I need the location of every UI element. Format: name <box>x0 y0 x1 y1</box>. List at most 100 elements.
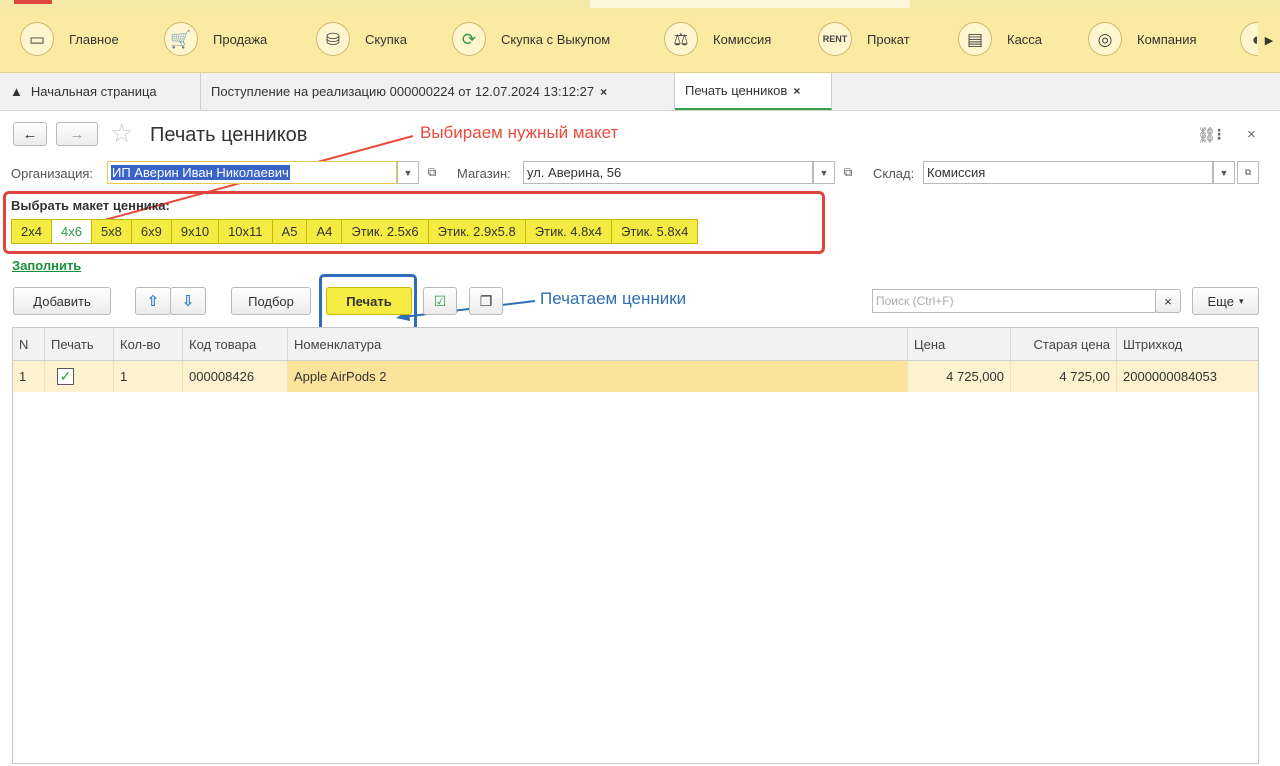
section-main[interactable]: ▭ Главное <box>20 19 119 59</box>
tab-receipt[interactable]: Поступление на реализацию 000000224 от 1… <box>201 73 675 110</box>
layout-option-button[interactable]: 4x6 <box>50 219 92 244</box>
layout-option-button[interactable]: 5x8 <box>90 219 132 244</box>
warehouse-open-icon[interactable]: ⧉ <box>1237 161 1259 184</box>
col-header-code[interactable]: Код товара <box>183 328 288 360</box>
warehouse-dropdown-icon[interactable]: ▼ <box>1213 161 1235 184</box>
monitor-icon: ▭ <box>20 22 54 56</box>
more-vertical-icon[interactable]: ⋮ <box>1212 126 1226 143</box>
org-value: ИП Аверин Иван Николаевич <box>111 165 290 180</box>
close-form-icon[interactable]: × <box>1247 126 1256 143</box>
section-buyup[interactable]: ⛁ Скупка <box>316 19 407 59</box>
section-commission[interactable]: ⚖ Комиссия <box>664 19 771 59</box>
rent-icon: RENT <box>818 22 852 56</box>
store-field[interactable]: ул. Аверина, 56 <box>523 161 813 184</box>
search-placeholder: Поиск (Ctrl+F) <box>876 294 954 308</box>
annotation-choose-layout: Выбираем нужный макет <box>420 123 619 142</box>
add-button[interactable]: Добавить <box>13 287 111 315</box>
search-input[interactable]: Поиск (Ctrl+F) <box>872 289 1156 313</box>
warehouse-label: Склад: <box>873 166 915 181</box>
section-cash[interactable]: ▤ Касса <box>958 19 1042 59</box>
cell-barcode: 2000000084053 <box>1123 369 1217 384</box>
store-open-icon[interactable]: ⧉ <box>837 161 859 184</box>
tab-close-icon[interactable]: × <box>600 85 607 99</box>
cycle-icon: ⟳ <box>452 22 486 56</box>
pick-button[interactable]: Подбор <box>231 287 311 315</box>
layout-option-button[interactable]: 6x9 <box>130 219 172 244</box>
table-row[interactable]: 1 ✓ 1 000008426 Apple AirPods 2 4 725,00… <box>13 361 1258 392</box>
layout-option-button[interactable]: Этик. 2.9x5.8 <box>427 219 526 244</box>
back-button[interactable]: ← <box>13 122 47 146</box>
back-arrow-icon: ← <box>22 125 38 143</box>
cell-code: 000008426 <box>183 361 288 392</box>
cell-price: 4 725,000 <box>908 361 1011 392</box>
bag-icon: ⛁ <box>316 22 350 56</box>
section-rent[interactable]: RENT Прокат <box>818 19 910 59</box>
col-header-qty[interactable]: Кол-во <box>114 328 183 360</box>
cell-old-price: 4 725,00 <box>1011 361 1117 392</box>
tab-close-icon[interactable]: × <box>793 84 800 98</box>
section-label: Комиссия <box>713 31 772 47</box>
col-header-price[interactable]: Цена <box>908 328 1011 360</box>
tab-home[interactable]: ▲ Начальная страница <box>0 73 201 110</box>
section-buyup-redeem[interactable]: ⟳ Скупка с Выкупом <box>452 19 610 59</box>
col-header-name[interactable]: Номенклатура <box>288 328 908 360</box>
section-sales[interactable]: 🛒 Продажа <box>164 19 267 59</box>
cell-name[interactable]: Apple AirPods 2 <box>288 361 908 392</box>
arrow-up-icon: ⇧ <box>146 293 160 310</box>
search-clear-button[interactable]: × <box>1155 289 1181 313</box>
layout-option-button[interactable]: Этик. 5.8x4 <box>611 219 699 244</box>
check-all-icon: ☑ <box>433 292 447 309</box>
add-button-label: Добавить <box>33 293 91 309</box>
cart-icon: 🛒 <box>164 22 198 56</box>
labels-table[interactable]: N Печать Кол-во Код товара Номенклатура … <box>12 327 1259 764</box>
col-header-n[interactable]: N <box>13 328 45 360</box>
org-dropdown-icon[interactable]: ▼ <box>397 161 419 184</box>
home-icon: ▲ <box>10 84 23 99</box>
scroll-right-icon[interactable]: ▶ <box>1258 9 1280 72</box>
col-header-print[interactable]: Печать <box>45 328 114 360</box>
pick-button-label: Подбор <box>248 293 294 309</box>
forward-button[interactable]: → <box>56 122 98 146</box>
move-up-button[interactable]: ⇧ <box>135 287 171 315</box>
uncheck-all-button[interactable]: ❐ <box>469 287 503 315</box>
annotation-print-labels: Печатаем ценники <box>540 289 687 308</box>
company-icon: ◎ <box>1088 22 1122 56</box>
top-search-box[interactable] <box>590 0 910 8</box>
move-down-button[interactable]: ⇩ <box>170 287 206 315</box>
layout-option-button[interactable]: Этик. 2.5x6 <box>341 219 429 244</box>
favorite-star-icon[interactable]: ☆ <box>110 118 133 149</box>
org-open-icon[interactable]: ⧉ <box>421 161 443 184</box>
col-header-old-price[interactable]: Старая цена <box>1011 328 1117 360</box>
more-button[interactable]: Еще ▾ <box>1192 287 1259 315</box>
section-label: Прокат <box>867 31 910 47</box>
section-label: Касса <box>1007 31 1043 47</box>
layout-option-button[interactable]: 9x10 <box>170 219 220 244</box>
org-field[interactable]: ИП Аверин Иван Николаевич <box>107 161 397 184</box>
tab-label: Начальная страница <box>30 84 157 99</box>
fill-link[interactable]: Заполнить <box>12 258 81 273</box>
print-checkbox[interactable]: ✓ <box>57 368 74 385</box>
forward-arrow-icon: → <box>69 125 85 143</box>
layout-option-button[interactable]: Этик. 4.8x4 <box>524 219 613 244</box>
col-header-barcode[interactable]: Штрихкод <box>1117 328 1258 360</box>
warehouse-field[interactable]: Комиссия <box>923 161 1213 184</box>
check-all-button[interactable]: ☑ <box>423 287 457 315</box>
uncheck-all-icon: ❐ <box>479 292 493 309</box>
layout-option-button[interactable]: A5 <box>271 219 308 244</box>
more-button-label: Еще <box>1207 293 1234 309</box>
table-header: N Печать Кол-во Код товара Номенклатура … <box>13 328 1258 361</box>
store-label: Магазин: <box>457 166 511 181</box>
layout-option-button[interactable]: 2x4 <box>11 219 52 244</box>
section-label: Продажа <box>213 31 268 47</box>
section-label: Компания <box>1137 31 1197 47</box>
section-company[interactable]: ◎ Компания <box>1088 19 1197 59</box>
cell-print[interactable]: ✓ <box>45 361 114 392</box>
checkmark-icon: ✓ <box>59 368 72 384</box>
cash-register-icon: ▤ <box>958 22 992 56</box>
tab-label: Печать ценников <box>685 83 788 98</box>
layout-option-button[interactable]: A4 <box>306 219 343 244</box>
tab-print-labels[interactable]: Печать ценников × <box>675 73 832 110</box>
store-dropdown-icon[interactable]: ▼ <box>813 161 835 184</box>
layout-option-button[interactable]: 10x11 <box>218 219 273 244</box>
top-strip <box>0 0 1280 9</box>
